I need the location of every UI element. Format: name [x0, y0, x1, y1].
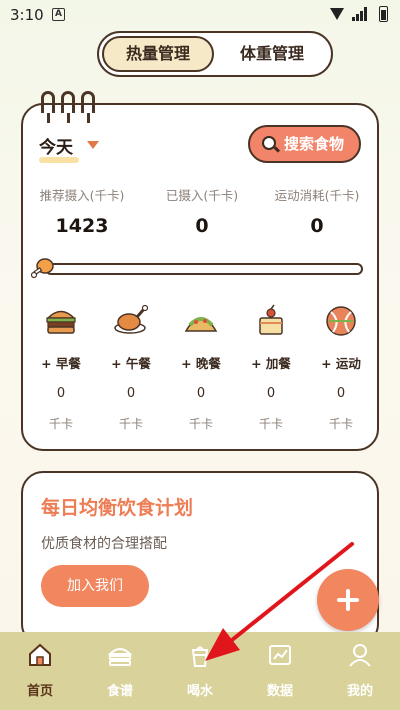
meal-unit: 千卡	[118, 417, 143, 431]
meal-lunch[interactable]: + 午餐 0 千卡	[101, 303, 161, 432]
nav-home[interactable]: 首页	[0, 642, 80, 699]
add-fab-button[interactable]	[317, 569, 379, 631]
calorie-summary-card: 今天 搜索食物 推荐摄入(千卡) 已摄入(千卡) 运动消耗(千卡) 1423 0…	[21, 91, 379, 451]
plan-subtitle: 优质食材的合理搭配	[41, 536, 167, 552]
meal-name: + 运动	[321, 356, 361, 371]
status-bar: 3:10 A	[0, 0, 400, 30]
cake-icon	[259, 304, 283, 335]
drumstick-icon	[31, 258, 54, 279]
consumed-value: 0	[195, 215, 209, 237]
battery-icon	[379, 6, 388, 22]
meal-value: 0	[266, 386, 276, 401]
roast-chicken-icon	[114, 304, 149, 334]
search-icon	[262, 136, 276, 150]
meal-name: + 晚餐	[181, 356, 221, 371]
meal-value: 0	[336, 386, 346, 401]
recommended-intake-value: 1423	[55, 215, 109, 237]
tab-calorie-management[interactable]: 热量管理	[102, 36, 214, 72]
burger-icon	[46, 310, 76, 334]
drink-icon	[191, 646, 209, 667]
profile-icon	[349, 644, 371, 667]
meal-name: + 午餐	[111, 356, 151, 371]
meal-unit: 千卡	[328, 417, 353, 431]
recipe-icon	[107, 648, 133, 666]
nav-label: 我的	[346, 684, 373, 699]
meal-breakfast[interactable]: + 早餐 0 千卡	[31, 303, 91, 432]
nav-profile[interactable]: 我的	[320, 642, 400, 699]
recommended-intake-label: 推荐摄入(千卡)	[39, 188, 125, 203]
calorie-progress-bar	[45, 263, 363, 275]
nav-label: 食谱	[106, 684, 133, 699]
wifi-icon	[330, 8, 344, 20]
notebook-rings-icon	[39, 91, 99, 123]
home-icon	[29, 643, 51, 666]
search-food-button[interactable]: 搜索食物	[248, 125, 361, 163]
meal-unit: 千卡	[48, 417, 73, 431]
meal-value: 0	[56, 386, 66, 401]
exercise-burned-label: 运动消耗(千卡)	[274, 188, 360, 203]
plan-title: 每日均衡饮食计划	[41, 497, 194, 519]
nav-data[interactable]: 数据	[240, 642, 320, 699]
meal-snack[interactable]: + 加餐 0 千卡	[241, 303, 301, 432]
meal-dinner[interactable]: + 晚餐 0 千卡	[171, 303, 231, 432]
exercise-burned-value: 0	[310, 215, 324, 237]
mode-tab-switch: 热量管理 体重管理	[97, 31, 333, 77]
meal-value: 0	[196, 386, 206, 401]
ball-icon	[326, 306, 356, 336]
nav-drink[interactable]: 喝水	[160, 642, 240, 699]
taco-icon	[184, 317, 218, 332]
meal-value: 0	[126, 386, 136, 401]
bottom-nav: 首页 食谱 喝水 数据 我的	[0, 632, 400, 710]
notification-app-icon: A	[52, 8, 65, 21]
status-time: 3:10	[10, 6, 44, 24]
meal-name: + 早餐	[41, 356, 81, 371]
nav-label: 数据	[266, 684, 293, 699]
nav-label: 首页	[26, 684, 53, 699]
meal-unit: 千卡	[188, 417, 213, 431]
chart-icon	[269, 645, 291, 665]
search-food-label: 搜索食物	[284, 135, 345, 153]
nav-recipes[interactable]: 食谱	[80, 642, 160, 699]
tab-weight-management[interactable]: 体重管理	[216, 36, 328, 72]
meal-exercise[interactable]: + 运动 0 千卡	[311, 303, 371, 432]
cell-signal-icon	[352, 7, 367, 21]
meal-unit: 千卡	[258, 417, 283, 431]
date-selector[interactable]: 今天	[39, 133, 73, 158]
join-button[interactable]: 加入我们	[41, 565, 149, 607]
nav-label: 喝水	[186, 684, 213, 699]
chevron-down-icon[interactable]	[87, 141, 99, 149]
consumed-label: 已摄入(千卡)	[165, 188, 239, 203]
meal-name: + 加餐	[251, 356, 291, 371]
